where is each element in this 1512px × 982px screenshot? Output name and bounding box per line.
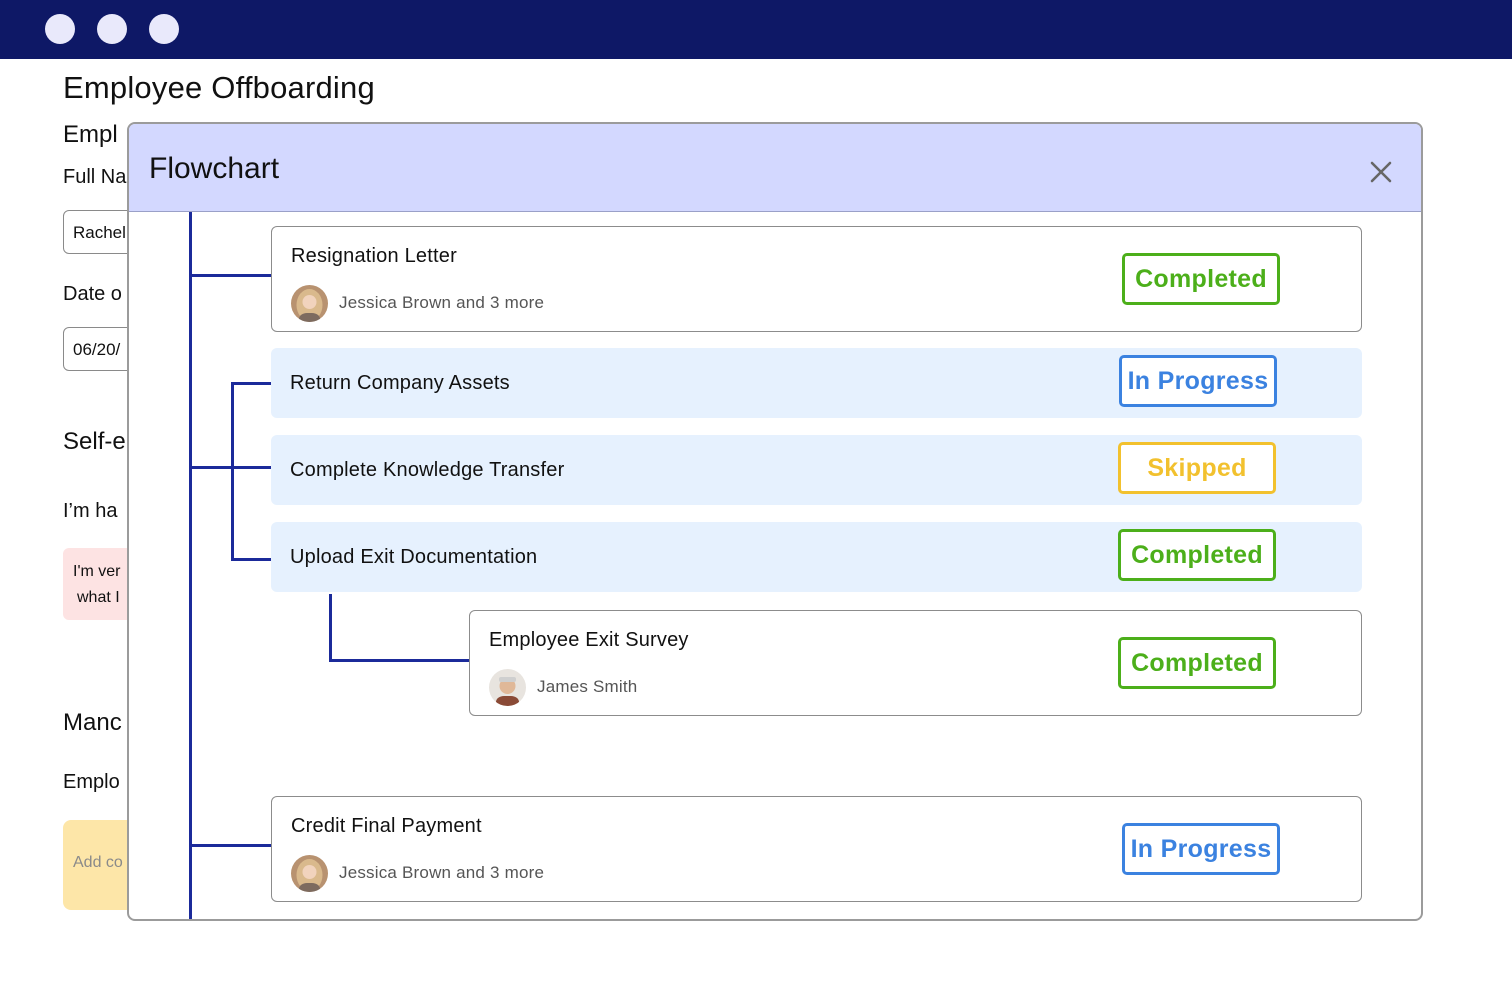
step-card-return-company-assets[interactable]: Return Company Assets In Progress	[271, 348, 1362, 418]
close-icon[interactable]	[1367, 158, 1395, 186]
step-title: Resignation Letter	[291, 245, 457, 267]
step-card-complete-knowledge-transfer[interactable]: Complete Knowledge Transfer Skipped	[271, 435, 1362, 505]
status-badge: Completed	[1122, 253, 1280, 305]
step-card-employee-exit-survey[interactable]: Employee Exit Survey James Smith Complet…	[469, 610, 1362, 716]
employee-label: Emplo	[63, 771, 120, 793]
step-title: Employee Exit Survey	[489, 629, 689, 651]
section-heading-employee: Empl	[63, 121, 118, 148]
step-title: Upload Exit Documentation	[290, 546, 538, 568]
connector-group-vertical	[231, 382, 234, 561]
status-badge: Completed	[1118, 529, 1276, 581]
step-card-credit-final-payment[interactable]: Credit Final Payment Jessica Brown and 3…	[271, 796, 1362, 902]
modal-title: Flowchart	[149, 152, 280, 185]
step-title: Return Company Assets	[290, 372, 510, 394]
step-assignee: Jessica Brown and 3 more	[339, 863, 545, 882]
question-label: I’m ha	[63, 500, 118, 522]
window-close-dot[interactable]	[45, 14, 75, 44]
section-heading-self-evaluation: Self-e	[63, 428, 126, 455]
page-title: Employee Offboarding	[63, 70, 375, 105]
avatar	[291, 285, 328, 322]
section-heading-manager: Manc	[63, 709, 122, 736]
connector-branch-2	[231, 382, 271, 385]
step-card-resignation-letter[interactable]: Resignation Letter Jessica Brown and 3 m…	[271, 226, 1362, 332]
date-label: Date o	[63, 283, 122, 305]
connector-branch-3	[231, 466, 271, 469]
modal-header: Flowchart	[129, 124, 1421, 212]
flowchart-modal: Flowchart Resignation Letter Jessica Bro…	[127, 122, 1423, 921]
connector-branch-group	[189, 466, 233, 469]
connector-trunk	[189, 212, 192, 919]
status-badge: In Progress	[1119, 355, 1277, 407]
step-assignee: Jessica Brown and 3 more	[339, 293, 545, 312]
step-card-upload-exit-documentation[interactable]: Upload Exit Documentation Completed	[271, 522, 1362, 592]
step-title: Credit Final Payment	[291, 815, 482, 837]
connector-branch-6	[189, 844, 271, 847]
connector-branch-4	[231, 558, 271, 561]
window-maximize-dot[interactable]	[149, 14, 179, 44]
avatar	[489, 669, 526, 706]
avatar	[291, 855, 328, 892]
status-badge: Skipped	[1118, 442, 1276, 494]
status-badge: In Progress	[1122, 823, 1280, 875]
window-titlebar	[0, 0, 1512, 59]
window-minimize-dot[interactable]	[97, 14, 127, 44]
step-title: Complete Knowledge Transfer	[290, 459, 565, 481]
connector-branch-1	[189, 274, 271, 277]
status-badge: Completed	[1118, 637, 1276, 689]
step-assignee: James Smith	[537, 677, 638, 696]
connector-sub-branch	[329, 659, 469, 662]
connector-sub-vertical	[329, 594, 332, 662]
full-name-label: Full Na	[63, 166, 127, 188]
